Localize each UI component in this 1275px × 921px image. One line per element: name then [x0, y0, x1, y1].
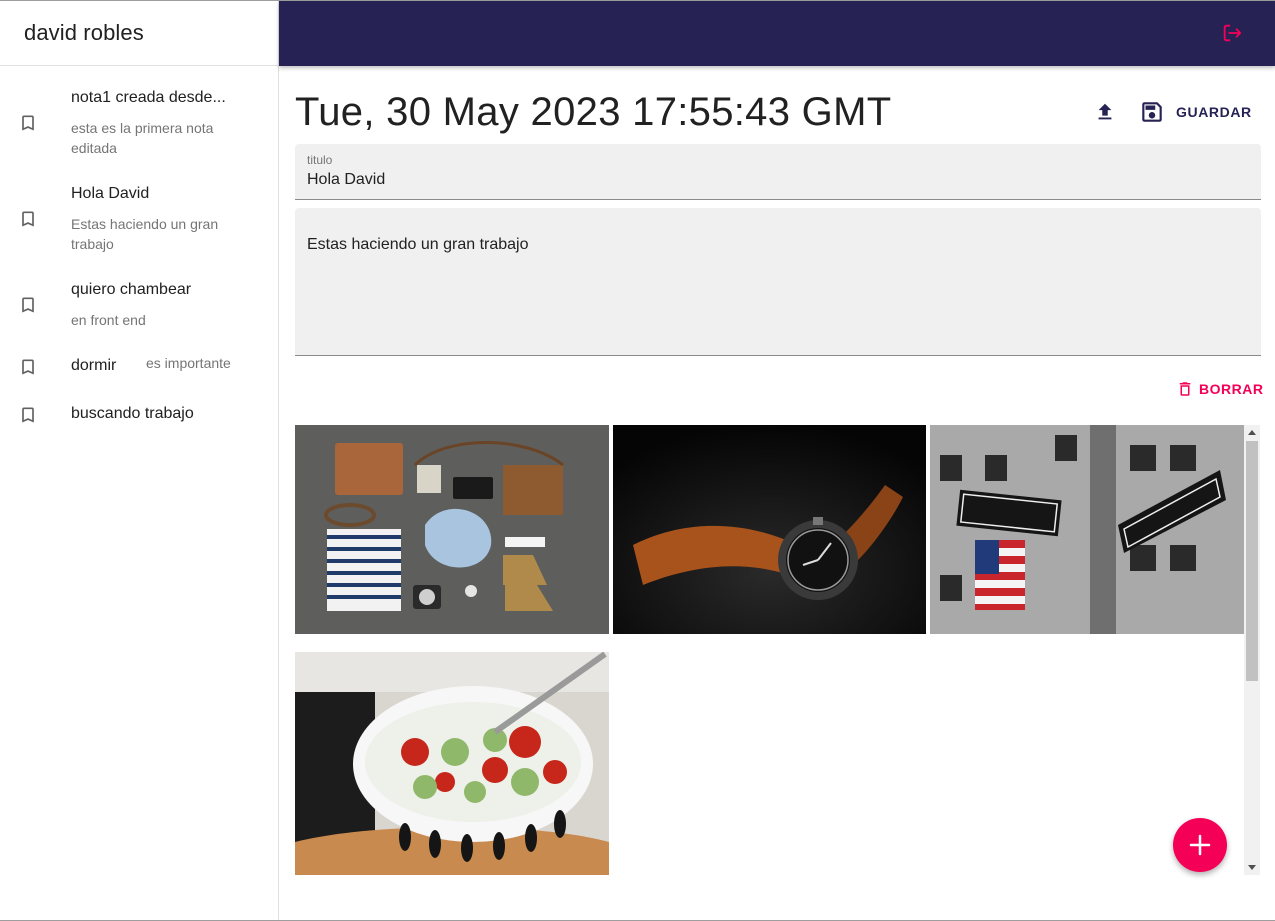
- bookmark-icon: [22, 407, 34, 423]
- bookmark-icon: [22, 359, 34, 375]
- note-title: buscando trabajo: [71, 405, 194, 422]
- note-title: nota1 creada desde...: [71, 89, 226, 106]
- note-body: Estas haciendo un gran trabajo: [71, 216, 219, 252]
- plus-icon: [1189, 834, 1211, 856]
- scrollbar-thumb[interactable]: [1246, 441, 1258, 681]
- gallery-image-salad[interactable]: [295, 652, 609, 875]
- scroll-up-arrow-icon[interactable]: [1248, 430, 1256, 435]
- note-title: quiero chambear: [71, 281, 192, 298]
- note-list-item[interactable]: Hola David Estas haciendo un gran trabaj…: [0, 179, 278, 269]
- save-button[interactable]: GUARDAR: [1139, 96, 1252, 128]
- upload-icon[interactable]: [1094, 100, 1116, 124]
- note-date: Tue, 30 May 2023 17:55:43 GMT: [295, 90, 892, 134]
- delete-button[interactable]: BORRAR: [1176, 378, 1263, 400]
- sidebar-header: david robles: [0, 1, 278, 66]
- save-icon: [1142, 102, 1162, 122]
- add-note-fab[interactable]: [1173, 818, 1227, 872]
- scroll-down-arrow-icon[interactable]: [1248, 865, 1256, 870]
- note-body: esta es la primera nota editada: [71, 120, 214, 156]
- save-button-label: GUARDAR: [1176, 104, 1252, 120]
- note-list-item[interactable]: quiero chambear en front end: [0, 275, 278, 335]
- user-name: david robles: [24, 20, 144, 45]
- note-title: Hola David: [71, 185, 150, 202]
- trash-icon: [1179, 382, 1191, 396]
- image-gallery: [295, 425, 1261, 875]
- note-list-item[interactable]: nota1 creada desde... esta es la primera…: [0, 83, 278, 173]
- bookmark-icon: [22, 211, 34, 227]
- note-body: en front end: [71, 312, 146, 328]
- bookmark-icon: [22, 297, 34, 313]
- title-field-label: titulo: [307, 153, 333, 167]
- app-window: david robles nota1 creada desde... esta …: [0, 0, 1275, 921]
- gallery-scrollbar[interactable]: [1244, 425, 1260, 875]
- note-list-item[interactable]: buscando trabajo: [0, 397, 278, 437]
- title-input[interactable]: [307, 171, 1207, 189]
- logout-icon[interactable]: [1221, 22, 1243, 44]
- bookmark-icon: [22, 115, 34, 131]
- gallery-image-street-sign[interactable]: [930, 425, 1244, 634]
- body-textarea[interactable]: Estas haciendo un gran trabajo: [307, 236, 528, 254]
- delete-button-label: BORRAR: [1199, 381, 1264, 397]
- gallery-image-flat-lay[interactable]: [295, 425, 609, 634]
- body-field[interactable]: Estas haciendo un gran trabajo: [295, 208, 1261, 356]
- note-list-item[interactable]: dormir es importante: [0, 347, 278, 387]
- sidebar: david robles nota1 creada desde... esta …: [0, 1, 279, 920]
- title-field[interactable]: titulo: [295, 144, 1261, 200]
- note-title: dormir: [71, 357, 117, 374]
- note-body: es importante: [146, 355, 231, 371]
- top-app-bar: [279, 1, 1275, 66]
- gallery-image-watch[interactable]: [613, 425, 926, 634]
- note-editor: Tue, 30 May 2023 17:55:43 GMT GUARDAR ti…: [279, 66, 1275, 920]
